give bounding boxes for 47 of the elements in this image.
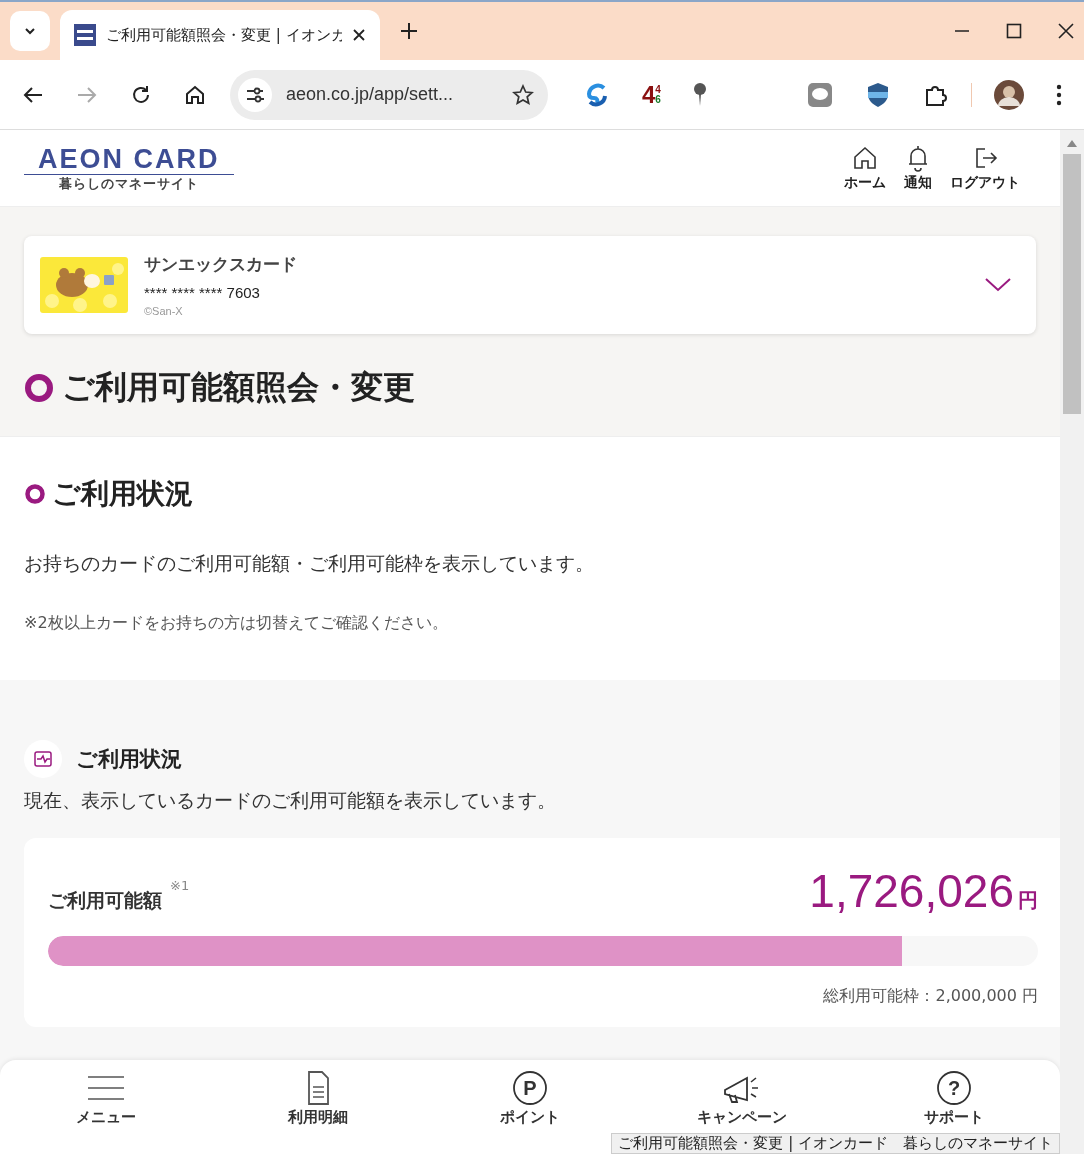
- home-icon: [851, 144, 879, 172]
- page-title: ご利用可能額照会・変更: [62, 367, 415, 408]
- site-logo[interactable]: AEON CARD 暮らしのマネーサイト: [24, 143, 234, 193]
- currency-unit: 円: [1018, 887, 1038, 914]
- home-icon[interactable]: [184, 83, 206, 106]
- shield-icon[interactable]: [865, 81, 891, 108]
- profile-avatar[interactable]: [994, 79, 1024, 110]
- copyright-text: ©San-X: [144, 305, 184, 317]
- total-limit: 総利用可能枠：2,000,000 円: [822, 986, 1038, 1007]
- footnote-mark: ※1: [170, 878, 190, 893]
- card-selector[interactable]: サンエックスカード **** **** **** 7603 ©San-X: [24, 236, 1036, 334]
- close-icon[interactable]: [1058, 23, 1074, 39]
- scrollbar[interactable]: [1060, 130, 1084, 1154]
- extension-icon[interactable]: [584, 81, 610, 108]
- status-bar-tooltip: ご利用可能額照会・変更 | イオンカード 暮らしのマネーサイト: [611, 1133, 1060, 1154]
- header-nav-link[interactable]: 通知: [904, 144, 932, 192]
- bottom-nav-item[interactable]: メニュー: [41, 1068, 171, 1126]
- available-amount: 1,726,026: [809, 864, 1014, 918]
- amount-label: ご利用可能額: [48, 888, 162, 913]
- activity-icon: [24, 740, 62, 778]
- chevron-down-icon[interactable]: [984, 277, 1012, 293]
- bookmark-star-icon[interactable]: [512, 83, 534, 106]
- chat-bubble-icon[interactable]: [807, 81, 833, 108]
- card-name: サンエックスカード: [144, 253, 298, 276]
- close-icon[interactable]: [352, 28, 366, 42]
- reload-icon[interactable]: [130, 83, 152, 106]
- bottom-nav-item[interactable]: キャンペーン: [677, 1068, 807, 1126]
- maximize-icon[interactable]: [1006, 23, 1022, 39]
- browser-tab[interactable]: ご利用可能額照会・変更 | イオンカ: [60, 10, 380, 60]
- new-tab-icon[interactable]: [400, 22, 418, 40]
- bottom-nav-item[interactable]: ? サポート: [889, 1068, 1019, 1126]
- section-note: ※2枚以上カードをお持ちの方は切替えてご確認ください。: [24, 613, 449, 634]
- more-menu-icon[interactable]: [1056, 83, 1062, 106]
- card-number: **** **** **** 7603: [144, 284, 261, 301]
- address-bar[interactable]: aeon.co.jp/app/sett...: [230, 69, 548, 120]
- ring-icon: [24, 373, 54, 403]
- site-settings-icon[interactable]: [238, 77, 272, 112]
- header-nav-link[interactable]: ホーム: [844, 144, 886, 192]
- header-nav-link[interactable]: ログアウト: [950, 144, 1020, 192]
- panel-title: ご利用状況: [76, 746, 182, 773]
- site-favicon: [74, 24, 96, 46]
- section-title: ご利用状況: [52, 476, 193, 512]
- section-description: お持ちのカードのご利用可能額・ご利用可能枠を表示しています。: [24, 551, 595, 576]
- bottom-nav-item[interactable]: 利用明細: [253, 1068, 383, 1126]
- panel-description: 現在、表示しているカードのご利用可能額を表示しています。: [24, 788, 557, 813]
- ring-icon: [24, 483, 46, 505]
- bottom-nav-item[interactable]: P ポイント: [465, 1068, 595, 1126]
